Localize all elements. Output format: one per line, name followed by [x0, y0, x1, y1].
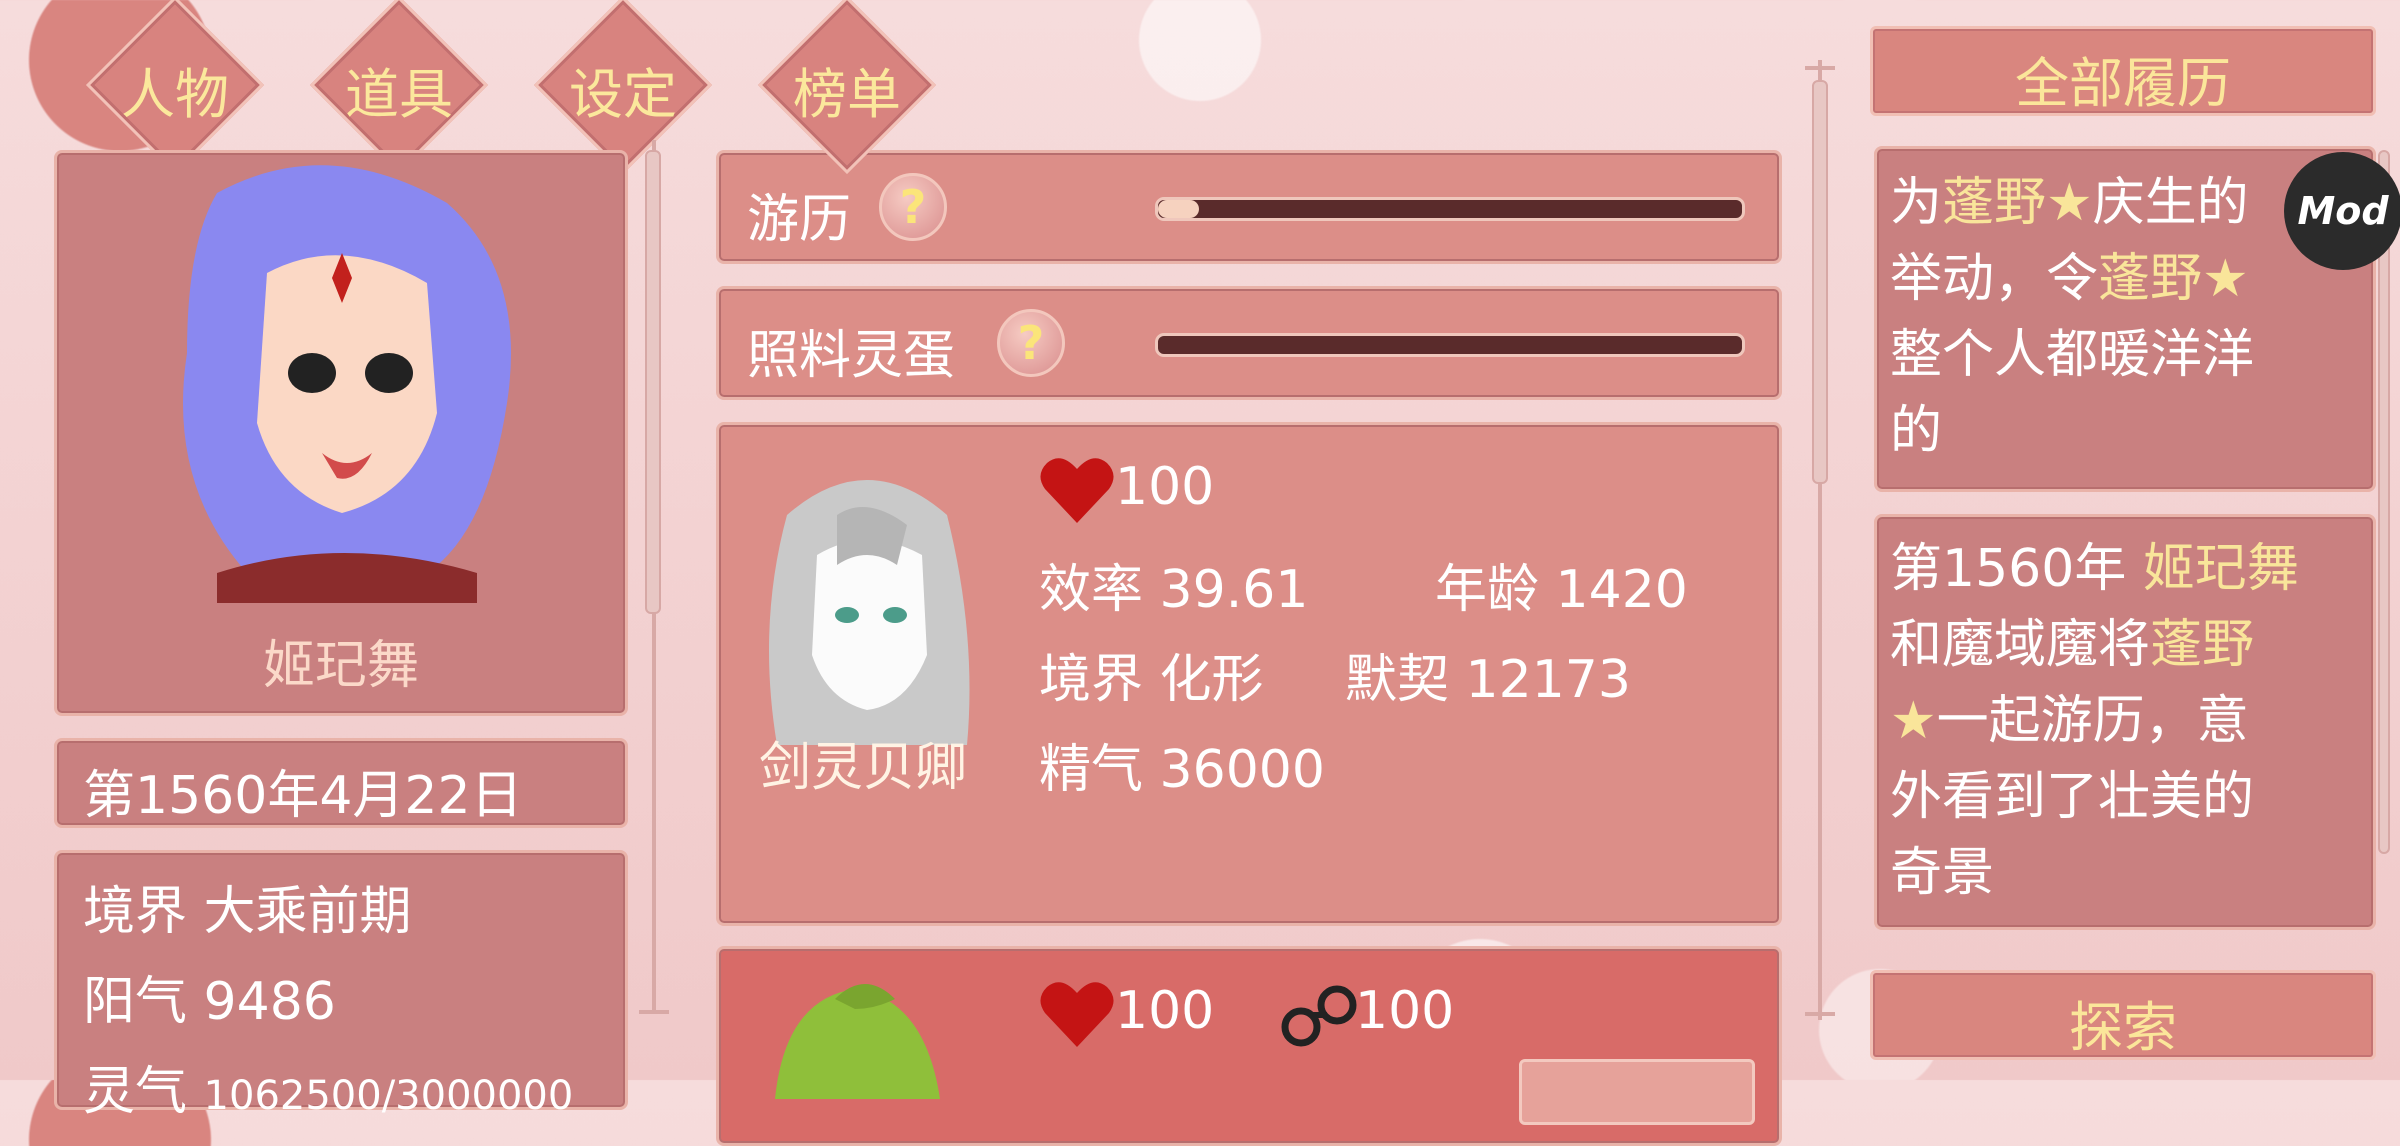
realm-label: 境界 [83, 882, 188, 942]
question-icon: ? [899, 180, 927, 234]
bind-value: 100 [1355, 981, 1455, 1041]
explore-button[interactable]: 探索 [1870, 970, 2376, 1060]
handcuffs-icon [1281, 985, 1357, 1047]
affection-value: 100 [1115, 981, 1215, 1041]
bond-value: 12173 [1465, 650, 1631, 710]
realm-label: 境界 [1039, 650, 1144, 710]
character-portrait [183, 165, 511, 603]
yang-label: 阳气 [83, 972, 188, 1032]
activity-progress-bar [1155, 197, 1745, 221]
activity-progress-bar [1155, 333, 1745, 357]
history-line: 为蓬野★庆生的 [1890, 173, 2249, 233]
efficiency-stat: 效率 39.61 [1039, 547, 1308, 622]
tab-rankings[interactable]: 榜单 [752, 0, 942, 180]
affection-value: 100 [1115, 457, 1215, 517]
history-title: 全部履历 [2015, 52, 2231, 115]
history-line: 和魔域魔将蓬野 [1890, 615, 2255, 675]
character-card[interactable]: 姬玘舞 [54, 150, 628, 716]
character-stats-panel: 境界 大乘前期 阳气 9486 灵气 1062500/3000000 [54, 850, 628, 1122]
scroll-cap [1805, 1012, 1835, 1016]
activity-care-egg[interactable]: 照料灵蛋 ? [716, 286, 1782, 400]
ling-stat: 灵气 1062500/3000000 [83, 1049, 573, 1124]
bond-label: 默契 [1345, 650, 1450, 710]
companion-action-button[interactable] [1519, 1059, 1755, 1125]
tab-label: 设定 [569, 63, 677, 126]
question-icon: ? [1017, 316, 1045, 370]
activity-label: 照料灵蛋 [747, 326, 956, 386]
essence-stat: 精气 36000 [1039, 727, 1325, 802]
yang-value: 9486 [203, 972, 336, 1032]
essence-value: 36000 [1159, 740, 1325, 800]
bond-stat: 默契 12173 [1345, 637, 1631, 712]
ling-label: 灵气 [83, 1062, 188, 1122]
efficiency-value: 39.61 [1159, 560, 1309, 620]
companion-portrait [775, 984, 940, 1099]
companion-card[interactable]: 100 100 [716, 946, 1782, 1146]
history-line: 举动，令蓬野★ [1890, 249, 2249, 309]
scroll-cap [1805, 66, 1835, 70]
help-button[interactable]: ? [997, 309, 1065, 377]
tab-label: 道具 [345, 63, 453, 126]
help-button[interactable]: ? [879, 173, 947, 241]
history-line: 外看到了壮美的 [1890, 767, 2255, 827]
realm-stat: 境界 化形 [1039, 637, 1264, 712]
history-line: 第1560年 姬玘舞 [1890, 539, 2299, 599]
explore-label: 探索 [2069, 996, 2177, 1059]
companion-name: 剑灵贝卿 [759, 738, 968, 798]
companion-card[interactable]: 剑灵贝卿 100 效率 39.61 年龄 1420 境界 化形 默契 12173… [716, 422, 1782, 926]
history-line: ★一起游历，意 [1890, 691, 2249, 751]
age-value: 1420 [1555, 560, 1688, 620]
realm-value: 大乘前期 [203, 882, 412, 942]
yang-stat: 阳气 9486 [83, 959, 336, 1034]
current-date: 第1560年4月22日 [83, 766, 523, 826]
date-panel: 第1560年4月22日 [54, 738, 628, 828]
left-scrollbar[interactable] [645, 150, 661, 614]
history-line: 的 [1890, 401, 1943, 461]
center-scrollbar[interactable] [1812, 80, 1828, 484]
history-line: 奇景 [1890, 843, 1995, 903]
character-name: 姬玘舞 [262, 636, 419, 696]
efficiency-label: 效率 [1039, 560, 1144, 620]
heart-icon [1040, 458, 1114, 523]
tab-label: 人物 [121, 63, 229, 126]
history-line: 整个人都暖洋洋 [1890, 325, 2255, 385]
age-stat: 年龄 1420 [1435, 547, 1688, 622]
age-label: 年龄 [1435, 560, 1540, 620]
realm-value: 化形 [1159, 650, 1264, 710]
tab-label: 榜单 [793, 63, 901, 126]
all-history-button[interactable]: 全部履历 [1870, 26, 2376, 116]
mod-badge-button[interactable]: Mod [2284, 152, 2400, 270]
progress-fill [1158, 200, 1199, 218]
companion-portrait [769, 480, 970, 745]
scroll-cap [639, 1010, 669, 1014]
activity-label: 游历 [747, 190, 852, 250]
realm-stat: 境界 大乘前期 [83, 869, 412, 944]
heart-icon [1040, 982, 1114, 1047]
essence-label: 精气 [1039, 740, 1144, 800]
